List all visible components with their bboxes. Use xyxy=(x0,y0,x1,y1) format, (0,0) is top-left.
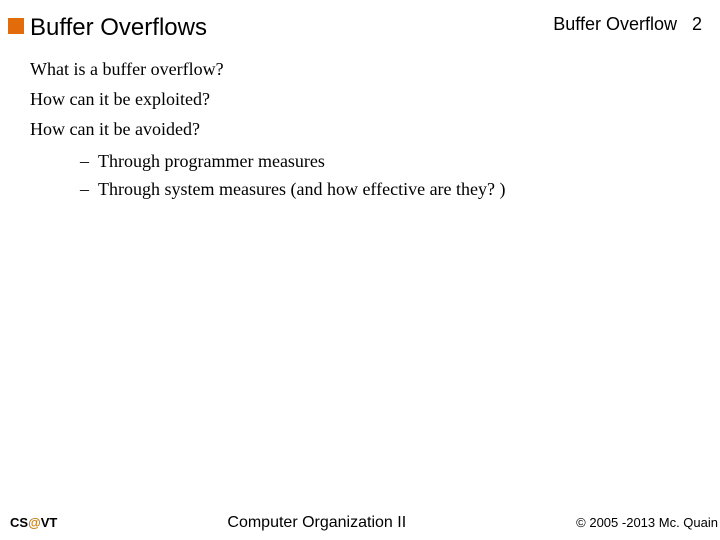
question-3: How can it be avoided? xyxy=(30,116,700,142)
dash-icon: – xyxy=(80,148,98,174)
slide: Buffer Overflows Buffer Overflow 2 What … xyxy=(0,0,720,540)
slide-footer: CS@VT Computer Organization II © 2005 -2… xyxy=(10,514,718,532)
footer-cs: CS xyxy=(10,515,28,530)
dash-icon: – xyxy=(80,176,98,202)
slide-body: What is a buffer overflow? How can it be… xyxy=(30,56,700,204)
list-item-text: Through programmer measures xyxy=(98,148,325,174)
list-item: – Through system measures (and how effec… xyxy=(80,176,700,202)
slide-title: Buffer Overflows xyxy=(30,14,207,42)
sub-list: – Through programmer measures – Through … xyxy=(80,148,700,202)
header-right-label: Buffer Overflow xyxy=(553,14,677,34)
list-item-text: Through system measures (and how effecti… xyxy=(98,176,506,202)
footer-at: @ xyxy=(28,515,41,530)
question-1: What is a buffer overflow? xyxy=(30,56,700,82)
page-number: 2 xyxy=(692,14,702,34)
header-right: Buffer Overflow 2 xyxy=(553,14,702,35)
footer-vt: VT xyxy=(41,515,58,530)
accent-square xyxy=(8,18,24,34)
footer-right: © 2005 -2013 Mc. Quain xyxy=(576,515,718,530)
list-item: – Through programmer measures xyxy=(80,148,700,174)
question-2: How can it be exploited? xyxy=(30,86,700,112)
footer-left: CS@VT xyxy=(10,515,57,530)
footer-center: Computer Organization II xyxy=(227,514,406,532)
